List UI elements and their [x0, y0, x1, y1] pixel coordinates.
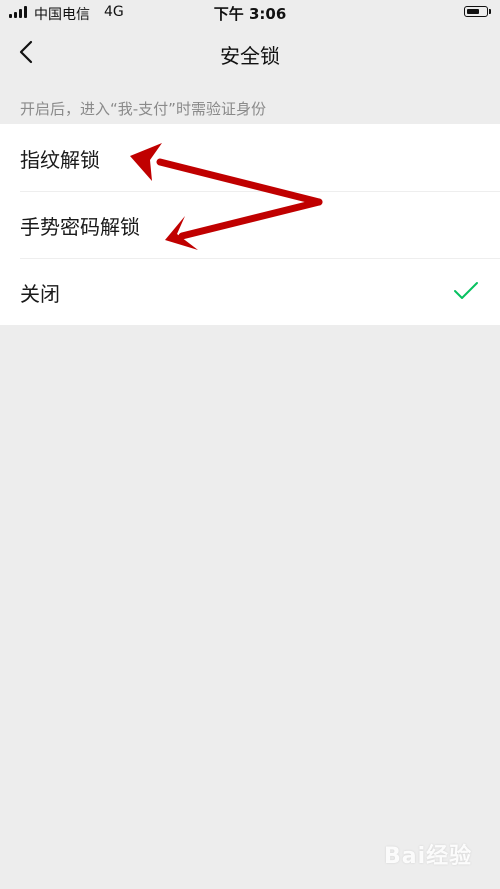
section-hint: 开启后，进入“我-支付”时需验证身份 [20, 100, 266, 118]
battery-tip [489, 9, 491, 14]
baidu-jingyan-watermark: Bai经验 [384, 844, 473, 869]
option-gesture-password-unlock[interactable]: 手势密码解锁 [0, 191, 500, 258]
option-label: 指纹解锁 [20, 148, 100, 172]
option-label: 手势密码解锁 [20, 215, 140, 239]
battery-icon [464, 6, 488, 17]
lock-options-list: 指纹解锁 手势密码解锁 关闭 [0, 124, 500, 325]
navigation-bar: 安全锁 [0, 24, 500, 80]
battery-level [466, 8, 480, 14]
page-title: 安全锁 [220, 44, 280, 68]
checkmark-icon [454, 282, 478, 299]
option-label: 关闭 [20, 282, 60, 306]
status-bar: 中国电信 4G 下午 3:06 [0, 0, 500, 24]
option-fingerprint-unlock[interactable]: 指纹解锁 [0, 124, 500, 191]
option-off[interactable]: 关闭 [0, 258, 500, 325]
status-time: 下午 3:06 [213, 5, 287, 23]
